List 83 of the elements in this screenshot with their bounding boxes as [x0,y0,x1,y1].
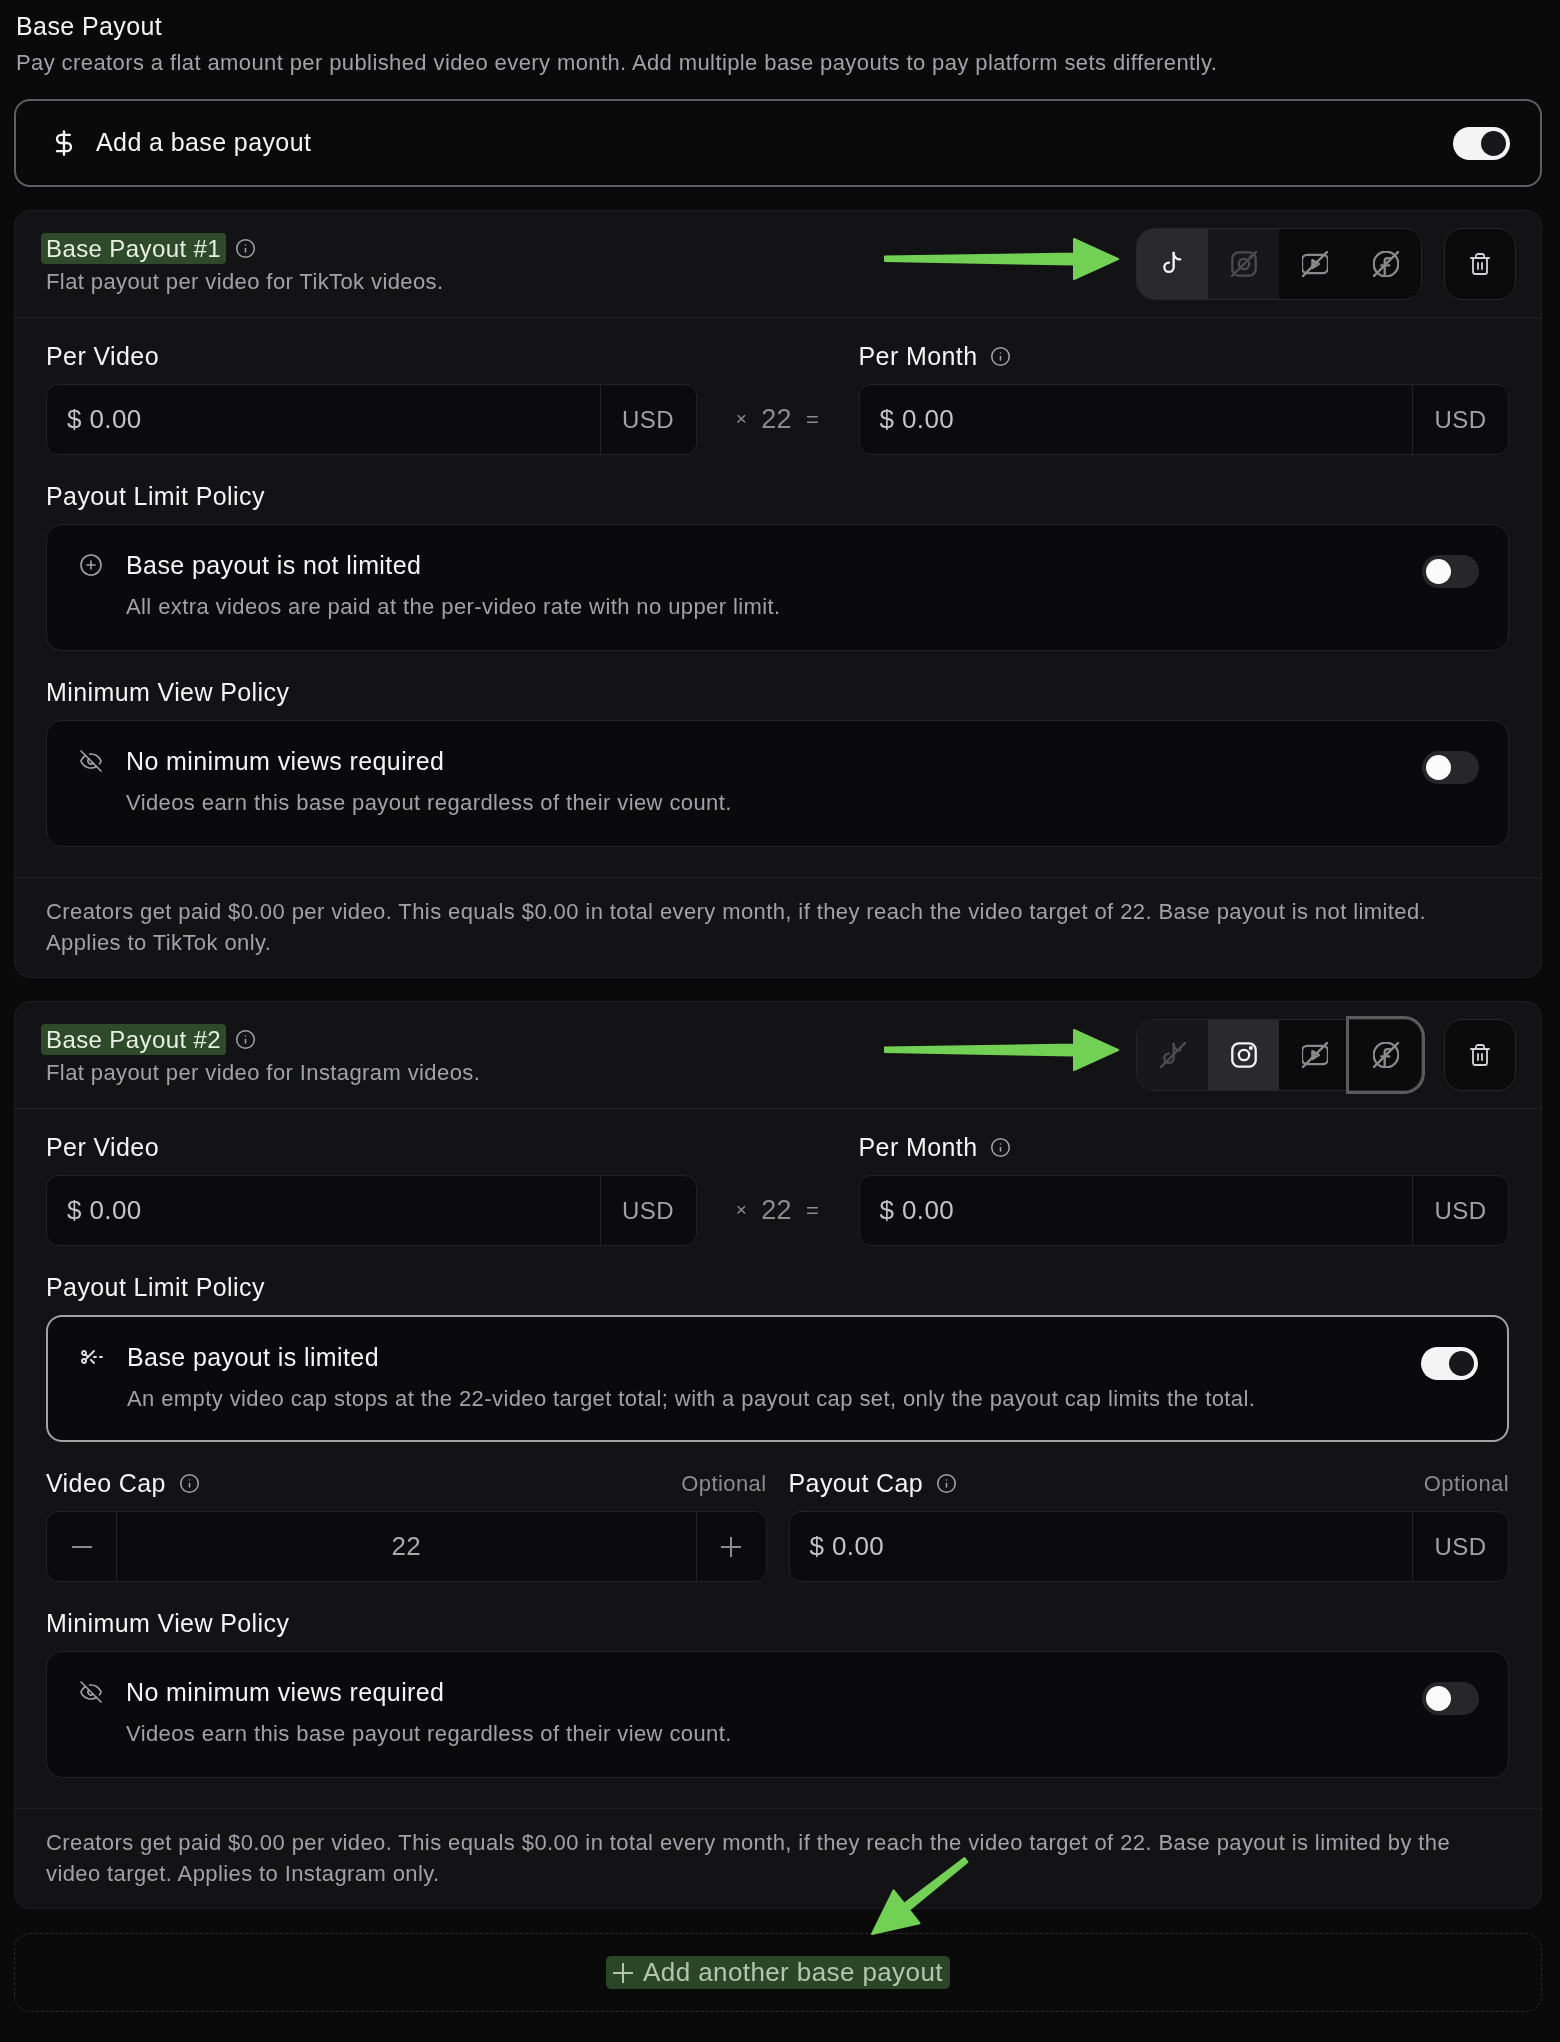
policy-title: No minimum views required [126,746,446,776]
policy-description: An empty video cap stops at the 22-video target total; with a payout cap set, only the payout cap limits the total. [127,1385,1257,1413]
delete-button[interactable] [1444,1019,1516,1091]
policy-description: Videos earn this base payout regardless of their view count. [126,789,733,817]
toggle-label: Add a base payout [96,127,312,159]
currency-unit: USD [599,385,696,454]
minus-icon [71,1545,92,1548]
eye-off-icon [79,1680,103,1704]
youtube-icon [1301,251,1328,277]
info-icon [990,1136,1012,1158]
number-stepper[interactable]: 22 [46,1511,767,1582]
card-subtitle: Flat payout per video for TikTok videos. [46,268,444,295]
equals-sign: = [806,1197,820,1225]
instagram-icon [1230,251,1257,277]
currency-unit: USD [599,1176,696,1245]
field-label: Minimum View Policy [46,1609,290,1637]
policy-description: All extra videos are paid at the per-video rate with no upper limit. [126,593,782,621]
policy-title: Base payout is limited [127,1342,380,1372]
policy-title: Base payout is not limited [126,550,423,580]
tiktok-icon [1159,1042,1186,1068]
delete-button[interactable] [1444,228,1516,300]
field-label: Payout Cap [788,1469,924,1497]
facebook-icon [1372,251,1399,277]
field-label: Per Month [858,342,978,370]
toggle-switch[interactable] [1422,1682,1479,1715]
amount-input[interactable]: $ 0.00 [47,385,600,454]
platform-button[interactable] [1208,1020,1279,1090]
amount-input[interactable]: $ 0.00 [47,1176,600,1245]
instagram-icon [1230,1042,1257,1068]
toggle-switch[interactable] [1422,555,1479,588]
card-title: Base Payout #2 [41,1024,227,1055]
field-label: Video Cap [46,1469,166,1497]
toggle-switch[interactable] [1453,126,1510,160]
equals-sign: = [806,406,820,434]
info-icon [235,238,257,259]
field-label: Payout Limit Policy [46,482,265,510]
platform-button[interactable] [1137,229,1208,299]
info-icon [235,1029,257,1050]
amount-field[interactable]: $ 0.00 USD [858,384,1509,455]
amount-input[interactable]: $ 0.00 [859,385,1412,454]
policy-title: No minimum views required [126,1677,446,1707]
amount-field[interactable]: $ 0.00 USD [788,1511,1509,1582]
facebook-icon [1372,1042,1399,1068]
section-description: Pay creators a flat amount per published video every month. Add multiple base payouts to pay platform sets differently. [15,49,1219,77]
video-count: 22 [761,1194,793,1228]
amount-field[interactable]: $ 0.00 USD [858,1175,1509,1246]
card-title: Base Payout #1 [41,233,227,264]
youtube-icon [1301,1042,1328,1068]
currency-unit: USD [1412,385,1508,454]
info-icon [990,345,1012,367]
optional-hint: Optional [1423,1469,1509,1498]
eye-off-icon [79,749,103,773]
amount-field[interactable]: $ 0.00 USD [46,1175,697,1246]
summary-text: Creators get paid $0.00 per video. This equals $0.00 in total every month, if they reach the video target of 22. Base payout is not limited. Applies to TikTok only. [46,898,1428,957]
currency-unit: USD [1412,1176,1508,1245]
section-title: Base Payout [15,11,164,41]
add-payout-button[interactable]: Add another base payout [606,1956,950,1989]
trash-icon [1468,1043,1492,1067]
info-icon [178,1472,200,1494]
plus-icon [613,1962,634,1983]
policy-description: Videos earn this base payout regardless of their view count. [126,1720,733,1748]
video-cap-input[interactable]: 22 [117,1512,696,1581]
currency-unit: USD [1412,1512,1508,1581]
trash-icon [1468,252,1492,276]
optional-hint: Optional [681,1469,767,1498]
field-label: Per Video [46,1133,159,1161]
toggle-switch[interactable] [1421,1347,1478,1380]
multiply-sign: × [735,1198,748,1223]
field-label: Per Video [46,342,159,370]
video-count: 22 [761,403,793,437]
card-subtitle: Flat payout per video for Instagram videos. [46,1059,481,1086]
multiply-sign: × [735,407,748,432]
field-label: Per Month [858,1133,978,1161]
field-label: Payout Limit Policy [46,1273,265,1301]
amount-input[interactable]: $ 0.00 [789,1512,1412,1581]
field-label: Minimum View Policy [46,678,290,706]
info-icon [936,1472,958,1494]
amount-input[interactable]: $ 0.00 [859,1176,1412,1245]
plus-circle-icon [79,553,103,577]
plus-icon [721,1536,741,1557]
summary-text: Creators get paid $0.00 per video. This equals $0.00 in total every month, if they reach the video target of 22. Base payout is limited by the video target. Applies to Instagram only. [46,1829,1452,1888]
amount-field[interactable]: $ 0.00 USD [46,384,697,455]
toggle-switch[interactable] [1422,751,1479,784]
